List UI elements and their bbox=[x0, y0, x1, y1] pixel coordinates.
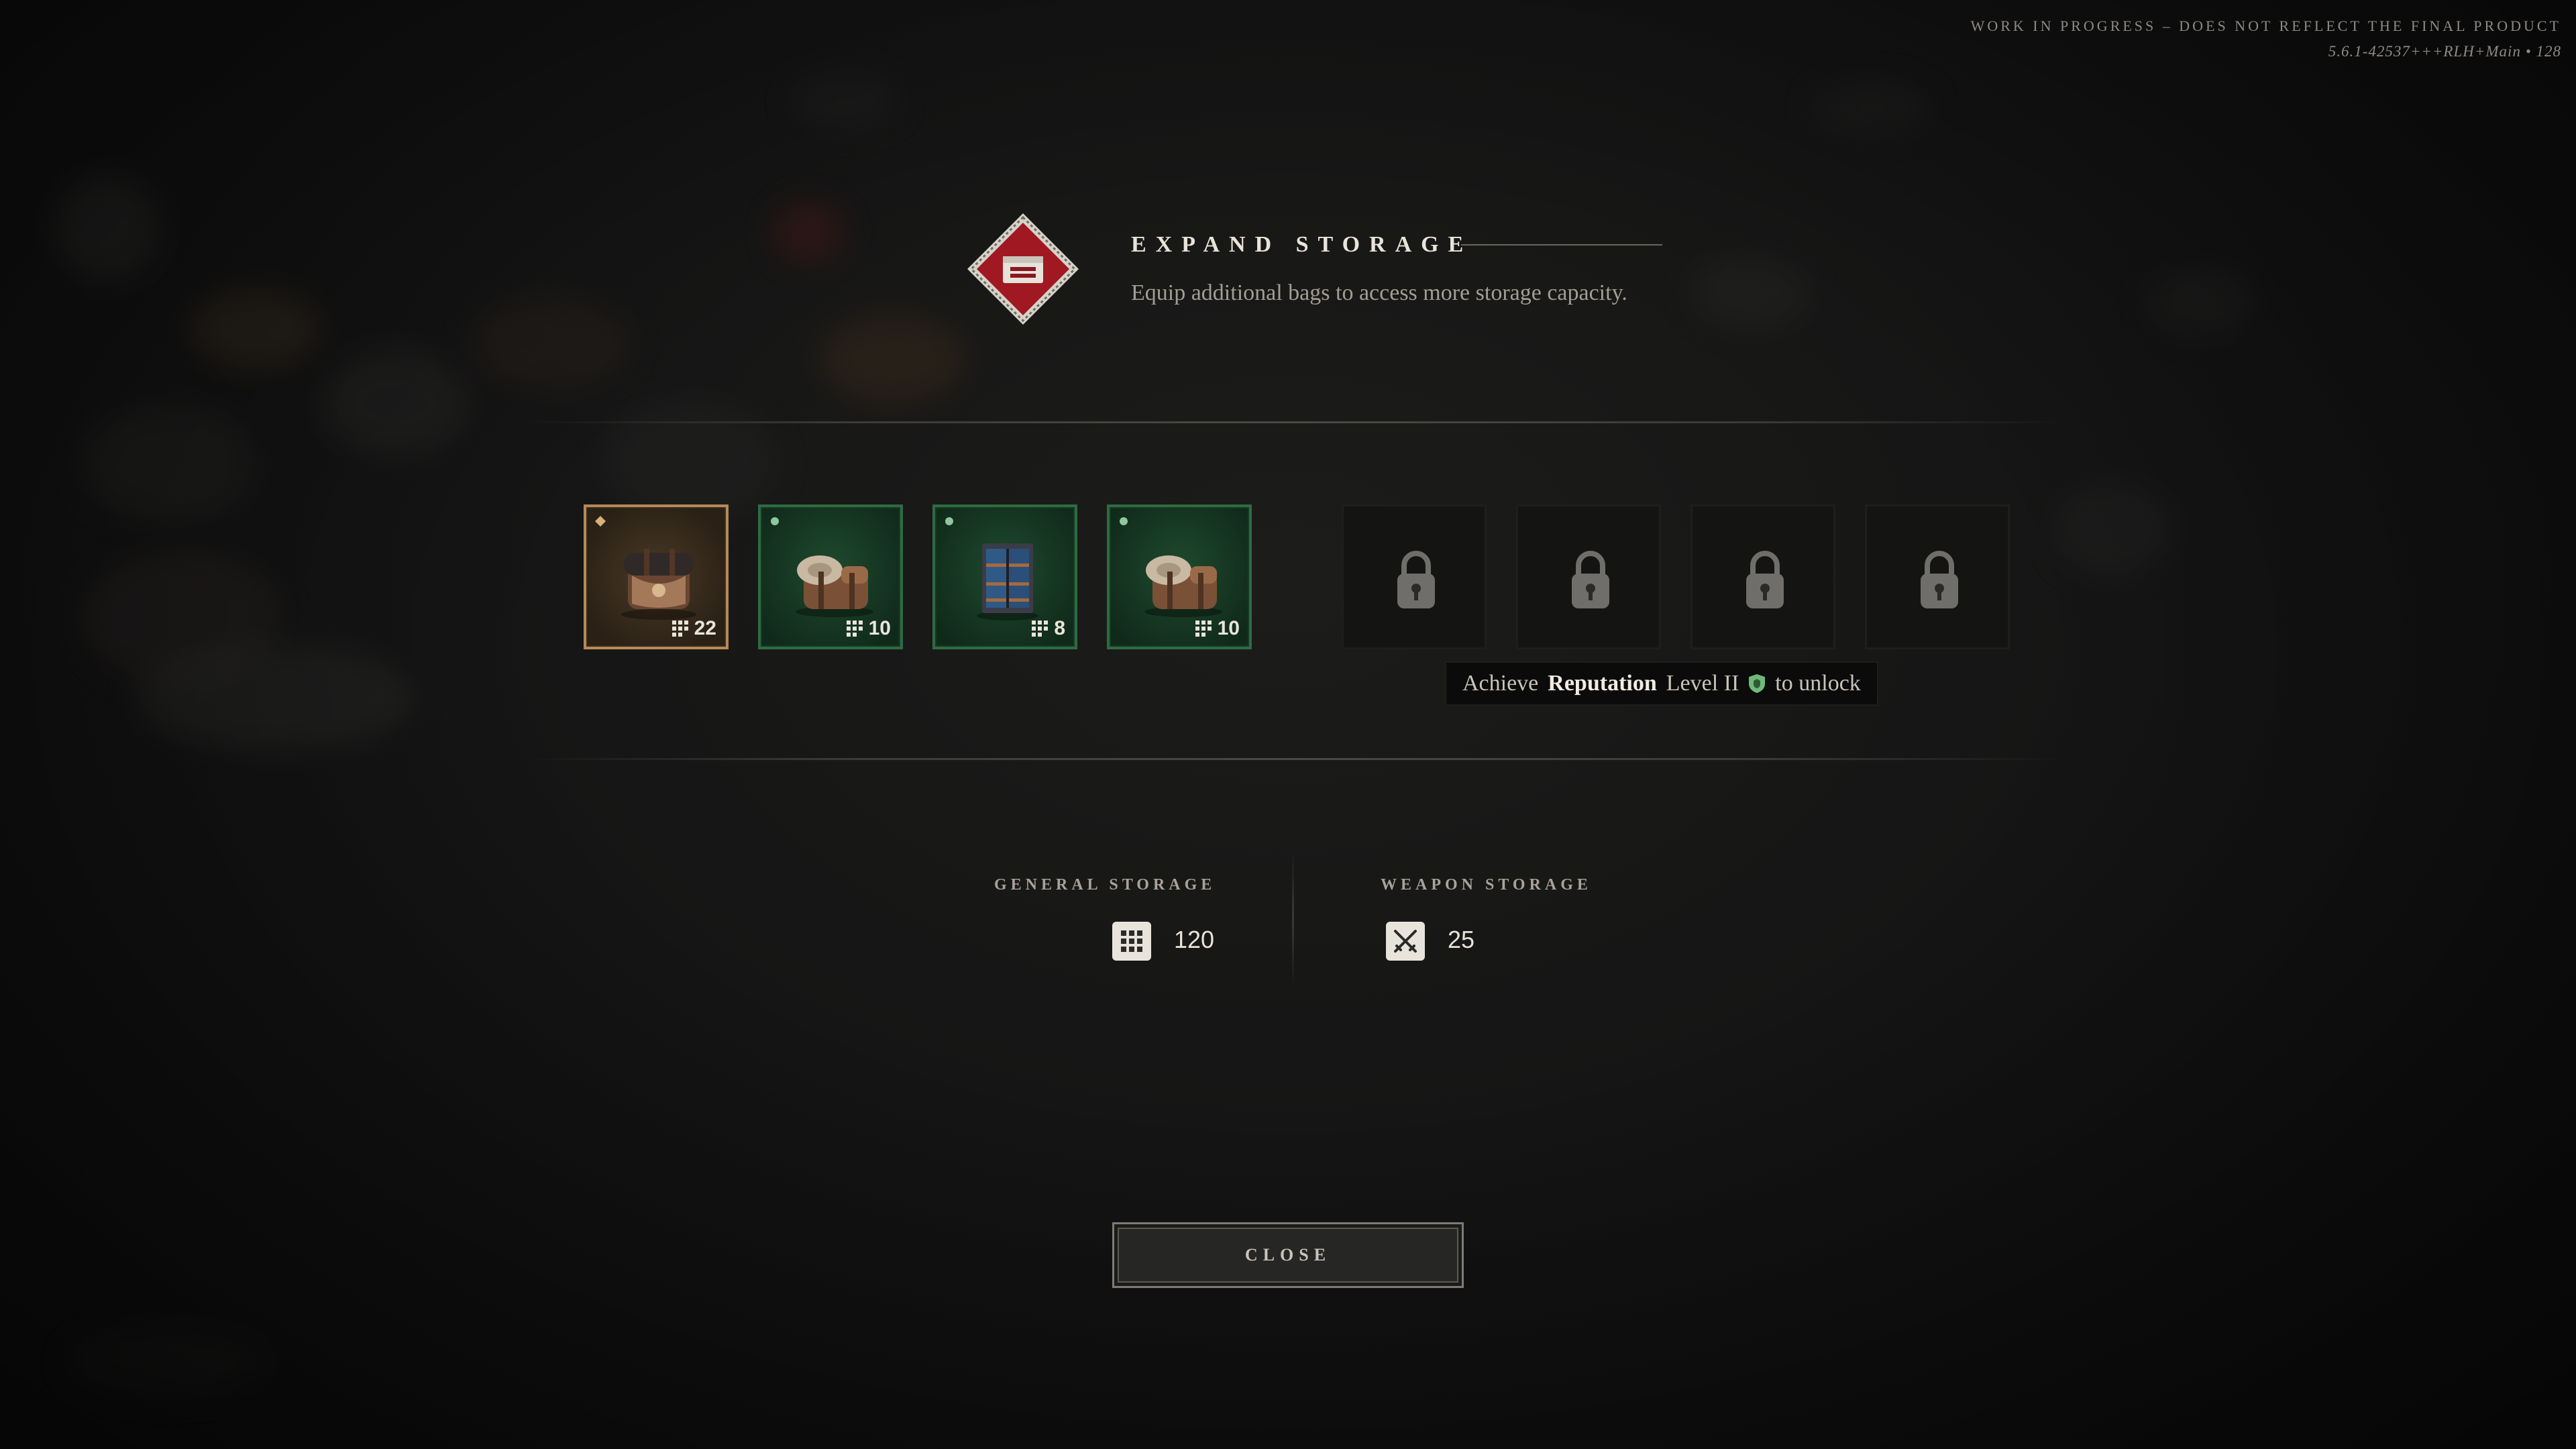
locked-slot-4[interactable] bbox=[1865, 504, 2010, 649]
grid-icon bbox=[846, 621, 863, 637]
padlock-icon bbox=[1921, 551, 1958, 608]
bag-capacity-value: 22 bbox=[694, 617, 716, 639]
top-divider bbox=[523, 421, 2066, 423]
grid-icon bbox=[1195, 621, 1212, 637]
general-storage-value: 120 bbox=[1174, 926, 1215, 953]
bag-slot-3[interactable]: 8 bbox=[932, 504, 1077, 649]
close-button[interactable]: CLOSE bbox=[1112, 1222, 1464, 1288]
stats-divider bbox=[1292, 852, 1294, 986]
bag-capacity: 10 bbox=[1195, 617, 1240, 640]
tooltip-reputation: Reputation bbox=[1548, 671, 1657, 696]
bag-capacity-value: 10 bbox=[868, 617, 891, 639]
bag-slot-2[interactable]: 10 bbox=[758, 504, 903, 649]
tooltip-prefix: Achieve bbox=[1462, 671, 1539, 696]
general-storage-icon bbox=[1112, 922, 1151, 961]
padlock-icon bbox=[1746, 551, 1784, 608]
storage-emblem-icon bbox=[967, 213, 1079, 325]
page-subtitle: Equip additional bags to access more sto… bbox=[1131, 280, 1627, 305]
wip-notice: WORK IN PROGRESS – DOES NOT REFLECT THE … bbox=[1970, 17, 2561, 34]
crossed-swords-icon bbox=[1386, 922, 1425, 961]
weapon-storage-label: WEAPON STORAGE bbox=[1381, 876, 1592, 894]
padlock-icon bbox=[1397, 551, 1435, 608]
tooltip-level: Level II bbox=[1666, 671, 1739, 696]
page-title: EXPAND STORAGE bbox=[1131, 232, 1473, 257]
bag-capacity: 8 bbox=[1031, 617, 1065, 640]
grid-icon bbox=[1032, 621, 1049, 637]
bag-capacity: 22 bbox=[672, 617, 716, 640]
grid-icon bbox=[672, 621, 688, 637]
reputation-shield-icon bbox=[1749, 674, 1766, 693]
locked-slot-3[interactable] bbox=[1690, 504, 1835, 649]
title-rule bbox=[1461, 244, 1662, 246]
bag-capacity: 10 bbox=[846, 617, 891, 640]
bag-capacity-value: 10 bbox=[1217, 617, 1240, 639]
bag-slot-1[interactable]: 22 bbox=[584, 504, 729, 649]
general-storage-label: GENERAL STORAGE bbox=[994, 876, 1216, 894]
bag-capacity-value: 8 bbox=[1054, 617, 1065, 639]
middle-divider bbox=[523, 758, 2066, 760]
padlock-icon bbox=[1572, 551, 1609, 608]
locked-slot-1[interactable] bbox=[1342, 504, 1487, 649]
tooltip-suffix: to unlock bbox=[1775, 671, 1861, 696]
build-version: 5.6.1-42537+++RLH+Main • 128 bbox=[2328, 43, 2561, 60]
bag-slot-4[interactable]: 10 bbox=[1107, 504, 1252, 649]
weapon-storage-value: 25 bbox=[1448, 926, 1475, 953]
build-info: WORK IN PROGRESS – DOES NOT REFLECT THE … bbox=[1971, 13, 2561, 64]
unlock-tooltip: Achieve Reputation Level II to unlock bbox=[1445, 661, 1878, 706]
locked-slot-2[interactable] bbox=[1516, 504, 1661, 649]
